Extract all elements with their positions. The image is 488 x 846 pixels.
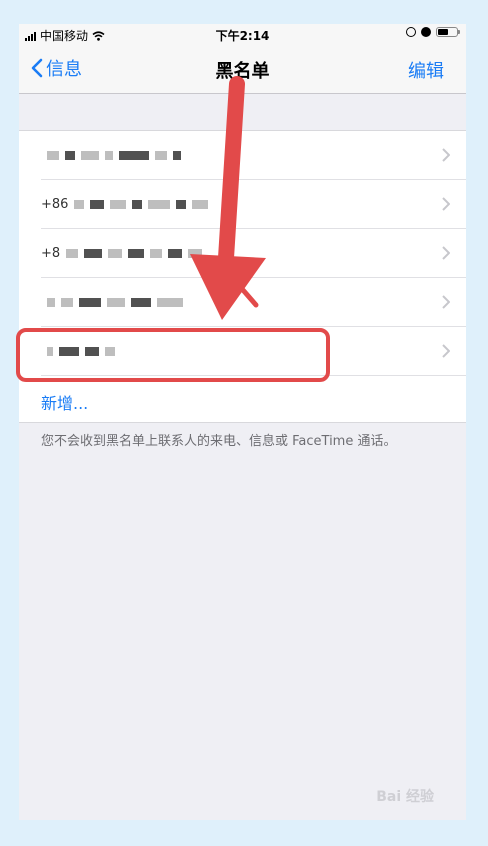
annotation-arrow-icon <box>190 76 266 320</box>
annotation-highlight-box <box>16 328 330 382</box>
